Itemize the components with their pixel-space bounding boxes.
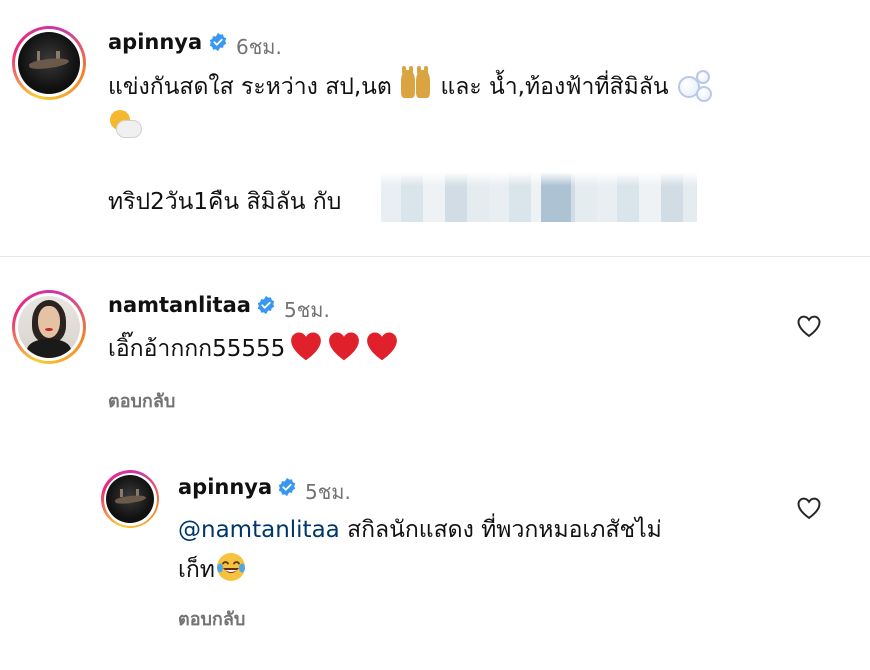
commenter-avatar[interactable] [12,290,86,364]
heart-outline-icon[interactable] [795,494,823,522]
reply-button[interactable]: ตอบกลับ [178,604,245,633]
reply-text-line1: สกิลนักแสดง ที่พวกหมอเภสัชไม่ [339,517,662,543]
post-time: 6ชม. [236,35,282,59]
heart-outline-icon[interactable] [795,312,823,340]
reply-time: 5ชม. [305,480,351,504]
section-divider [0,256,870,257]
red-heart-emoji [291,332,322,361]
reply-button[interactable]: ตอบกลับ [108,386,175,415]
reply-text: @namtanlitaa สกิลนักแสดง ที่พวกหมอเภสัชไ… [178,510,778,590]
caption-text-b: และ น้ำ,ท้องฟ้าที่สิมิลัน [440,74,669,100]
verified-badge-icon [278,477,296,497]
sun-behind-cloud-emoji [108,110,142,140]
red-heart-emoji [329,332,360,361]
dancing-women-emoji [399,66,433,102]
post-author-avatar[interactable] [12,26,86,100]
post-caption-trip: ทริป2วัน1คืน สิมิลัน กับ [108,189,342,215]
commenter-username[interactable]: namtanlitaa [108,293,251,317]
mention-link[interactable]: @namtanlitaa [178,517,340,543]
tears-of-joy-emoji [216,553,245,581]
reply-text-line2: เก็ท [178,557,215,583]
caption-text-a: แข่งกันสดใส ระหว่าง สป,นต [108,74,392,100]
comment-text: เอิ๊กอ้ากกก55555 [108,329,399,369]
reply-author-username[interactable]: apinnya [178,475,272,499]
reply-author-avatar[interactable] [101,470,159,528]
post-author-username[interactable]: apinnya [108,30,202,54]
post-caption: แข่งกันสดใส ระหว่าง สป,นต และ น้ำ,ท้องฟ้… [108,66,828,147]
blurred-tagged-name [381,172,697,222]
comment-text-body: เอิ๊กอ้ากกก55555 [108,336,286,362]
verified-badge-icon [209,32,227,52]
red-heart-emoji [367,332,398,361]
verified-badge-icon [257,295,275,315]
bubbles-emoji [676,68,712,102]
comment-time: 5ชม. [284,298,330,322]
